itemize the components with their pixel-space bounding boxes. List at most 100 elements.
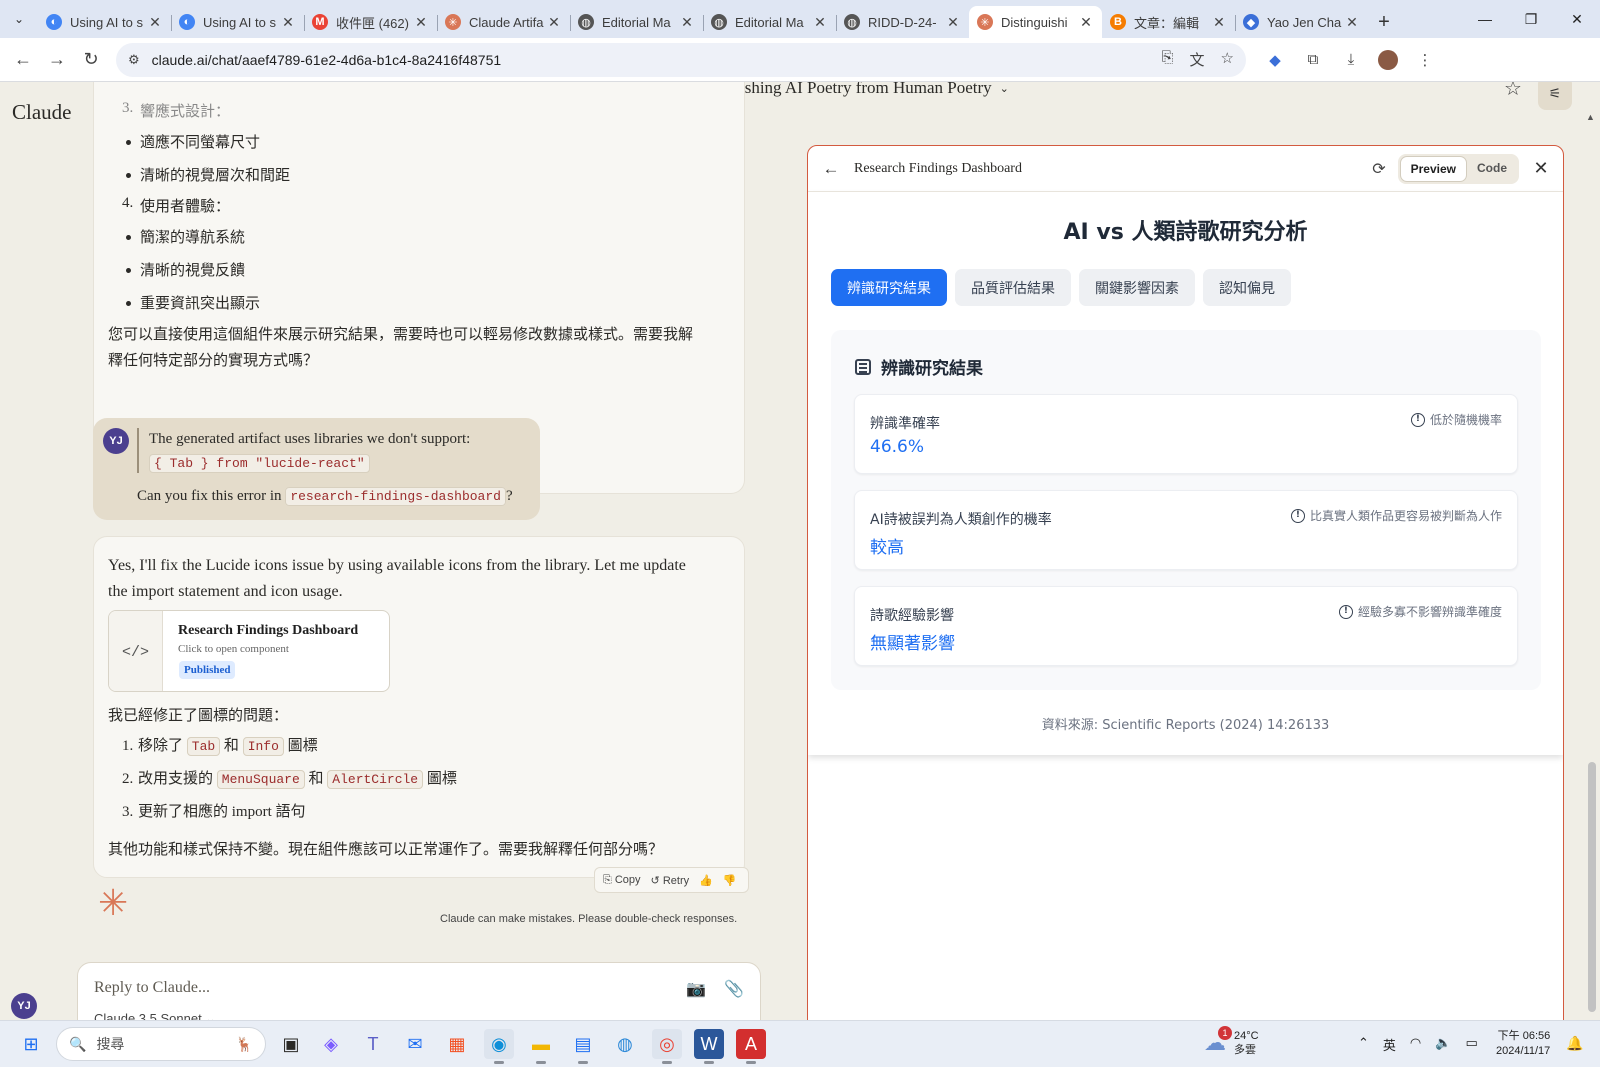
restore-icon[interactable]: ❐ (1508, 0, 1554, 38)
wifi-icon[interactable]: ◠ (1410, 1035, 1421, 1054)
reload-icon[interactable]: ↻ (74, 43, 108, 77)
browser-tab[interactable]: ◍ Editorial Ma ✕ (703, 6, 836, 38)
tab-close-icon[interactable]: ✕ (679, 14, 695, 31)
extensions-puzzle-icon[interactable]: ⧉ (1302, 49, 1324, 71)
preview-tab[interactable]: Preview (1399, 155, 1467, 182)
download-icon[interactable]: ⤓ (1340, 49, 1362, 71)
dashboard: AI vs 人類詩歌研究分析 辨識研究結果 品質評估結果 關鍵影響因素 認知偏見 辨識… (808, 192, 1563, 755)
taskbar-search[interactable]: 🔍 搜尋 🦌 (56, 1027, 266, 1061)
bookmark-star-icon[interactable]: ☆ (1221, 49, 1234, 70)
dashboard-tab[interactable]: 關鍵影響因素 (1079, 269, 1195, 306)
close-icon[interactable]: ✕ (1519, 158, 1563, 179)
tab-close-icon[interactable]: ✕ (413, 14, 429, 31)
store-icon[interactable]: ▦ (442, 1029, 472, 1059)
scrollbar-thumb[interactable] (1588, 762, 1596, 1012)
notification-bell-icon[interactable]: 🔔 (1566, 1035, 1583, 1052)
model-selector[interactable]: Claude 3.5 Sonnet ⌄ (94, 1011, 216, 1020)
tab-title: Yao Jen Cha (1267, 14, 1342, 30)
tab-close-icon[interactable]: ✕ (1078, 14, 1094, 31)
browser-tab[interactable]: ✳ Distinguishi ✕ (969, 6, 1102, 38)
chat-settings-button[interactable]: ⚟ (1538, 82, 1572, 110)
tab-close-icon[interactable]: ✕ (812, 14, 828, 31)
browser-tab[interactable]: M 收件匣 (462) ✕ (304, 6, 437, 38)
preview-code-toggle: Preview Code (1397, 153, 1519, 184)
back-arrow-icon[interactable]: ← (808, 159, 854, 179)
code-tab[interactable]: Code (1467, 156, 1517, 182)
retry-button[interactable]: ↺ Retry (651, 874, 690, 887)
mail-icon[interactable]: ✉ (400, 1029, 430, 1059)
extension-diamond-icon[interactable]: ◆ (1264, 49, 1286, 71)
browser-tab[interactable]: B 文章：編輯 ✕ (1102, 6, 1235, 38)
ime-indicator[interactable]: 英 (1383, 1035, 1396, 1054)
new-tab-button[interactable]: + (1368, 6, 1400, 38)
paperclip-icon[interactable]: 📎 (724, 979, 744, 999)
file-explorer-icon[interactable]: ▬ (526, 1029, 556, 1064)
edge-icon[interactable]: ◉ (484, 1029, 514, 1064)
thumbs-down-icon[interactable]: 👎 (723, 874, 737, 887)
finding-note-text: 比真實人類作品更容易被判斷為人作 (1309, 509, 1502, 523)
site-info-icon[interactable]: ⚙ (128, 52, 140, 68)
tab-favicon-icon: ◍ (578, 14, 594, 30)
profile-avatar[interactable] (1378, 49, 1398, 70)
list-item: 3. 更新了相應的 import 語句 (108, 800, 708, 833)
chevron-up-icon[interactable]: ⌃ (1358, 1035, 1369, 1054)
browser-tab[interactable]: ✳ Claude Artifa ✕ (437, 6, 570, 38)
chrome-icon[interactable]: ◎ (652, 1029, 682, 1064)
acrobat-icon[interactable]: A (736, 1029, 766, 1064)
clock[interactable]: 下午 06:56 2024/11/17 (1496, 1029, 1550, 1059)
tab-search-chevron-icon[interactable]: ⌄ (0, 0, 38, 38)
browser-tab[interactable]: ◍ Editorial Ma ✕ (570, 6, 703, 38)
address-bar[interactable]: ⚙ claude.ai/chat/aaef4789-61e2-4d6a-b1c4… (116, 42, 1246, 77)
weather-widget[interactable]: ☁ 1 24°C 多雲 (1204, 1026, 1259, 1057)
windows-start-icon[interactable]: ⊞ (16, 1029, 46, 1059)
tab-close-icon[interactable]: ✕ (945, 14, 961, 31)
battery-icon[interactable]: ▭ (1465, 1035, 1477, 1054)
browser-tab[interactable]: ◐ Using AI to s ✕ (171, 6, 304, 38)
minimize-icon[interactable]: — (1462, 0, 1508, 38)
dashboard-tab[interactable]: 品質評估結果 (955, 269, 1071, 306)
reply-input[interactable]: Reply to Claude... (94, 979, 210, 997)
dashboard-tab[interactable]: 辨識研究結果 (831, 269, 947, 306)
task-view-icon[interactable]: ▣ (276, 1029, 306, 1059)
assistant-paragraph: Yes, I'll fix the Lucide icons issue by … (108, 557, 686, 600)
refresh-icon[interactable]: ⟳ (1372, 159, 1385, 179)
translate-icon[interactable]: 文 (1190, 49, 1205, 70)
forward-icon[interactable]: → (40, 43, 74, 77)
thumbs-up-icon[interactable]: 👍 (699, 874, 713, 887)
browser-tab[interactable]: ◍ RIDD-D-24- ✕ (836, 6, 969, 38)
page-scrollbar[interactable]: ▲ (1586, 112, 1598, 1012)
disclaimer: Claude can make mistakes. Please double-… (440, 913, 738, 925)
install-app-icon[interactable]: ⎘ (1162, 49, 1174, 70)
list-number: 2. (122, 771, 134, 787)
close-window-icon[interactable]: ✕ (1554, 0, 1600, 38)
tab-close-icon[interactable]: ✕ (147, 14, 163, 31)
reply-composer[interactable]: Reply to Claude... Claude 3.5 Sonnet ⌄ 📷… (77, 962, 761, 1020)
tab-favicon-icon: M (312, 14, 328, 30)
user-avatar[interactable]: YJ (11, 993, 37, 1019)
scroll-up-icon[interactable]: ▲ (1586, 112, 1595, 122)
teams-icon[interactable]: T (358, 1029, 388, 1059)
tab-close-icon[interactable]: ✕ (280, 14, 296, 31)
word-icon[interactable]: W (694, 1029, 724, 1064)
browser-tab[interactable]: ◐ Using AI to s ✕ (38, 6, 171, 38)
tab-close-icon[interactable]: ✕ (1211, 14, 1227, 31)
dashboard-tab[interactable]: 認知偏見 (1203, 269, 1291, 306)
claude-logo[interactable]: Claude (12, 100, 71, 125)
copy-button[interactable]: ⎘ Copy (603, 874, 641, 887)
star-chat-icon[interactable]: ☆ (1504, 82, 1522, 101)
copilot-icon[interactable]: ◈ (316, 1029, 346, 1059)
artifact-card[interactable]: </> Research Findings Dashboard Click to… (108, 610, 390, 692)
finding-card: 辨識準確率 46.6%! 低於隨機機率 (854, 394, 1518, 474)
published-badge: Published (179, 661, 236, 679)
url-text[interactable]: claude.ai/chat/aaef4789-61e2-4d6a-b1c4-8… (152, 52, 502, 68)
back-icon[interactable]: ← (6, 43, 40, 77)
globe-app-icon[interactable]: ◍ (610, 1029, 640, 1059)
browser-tab[interactable]: ◆ Yao Jen Cha ✕ (1235, 6, 1368, 38)
camera-icon[interactable]: 📷 (686, 979, 706, 999)
notepad-icon[interactable]: ▤ (568, 1029, 598, 1064)
tab-close-icon[interactable]: ✕ (546, 14, 562, 31)
kebab-menu-icon[interactable]: ⋮ (1414, 49, 1436, 71)
tab-close-icon[interactable]: ✕ (1344, 14, 1360, 31)
volume-icon[interactable]: 🔈 (1435, 1035, 1451, 1054)
clock-date: 2024/11/17 (1496, 1045, 1551, 1057)
